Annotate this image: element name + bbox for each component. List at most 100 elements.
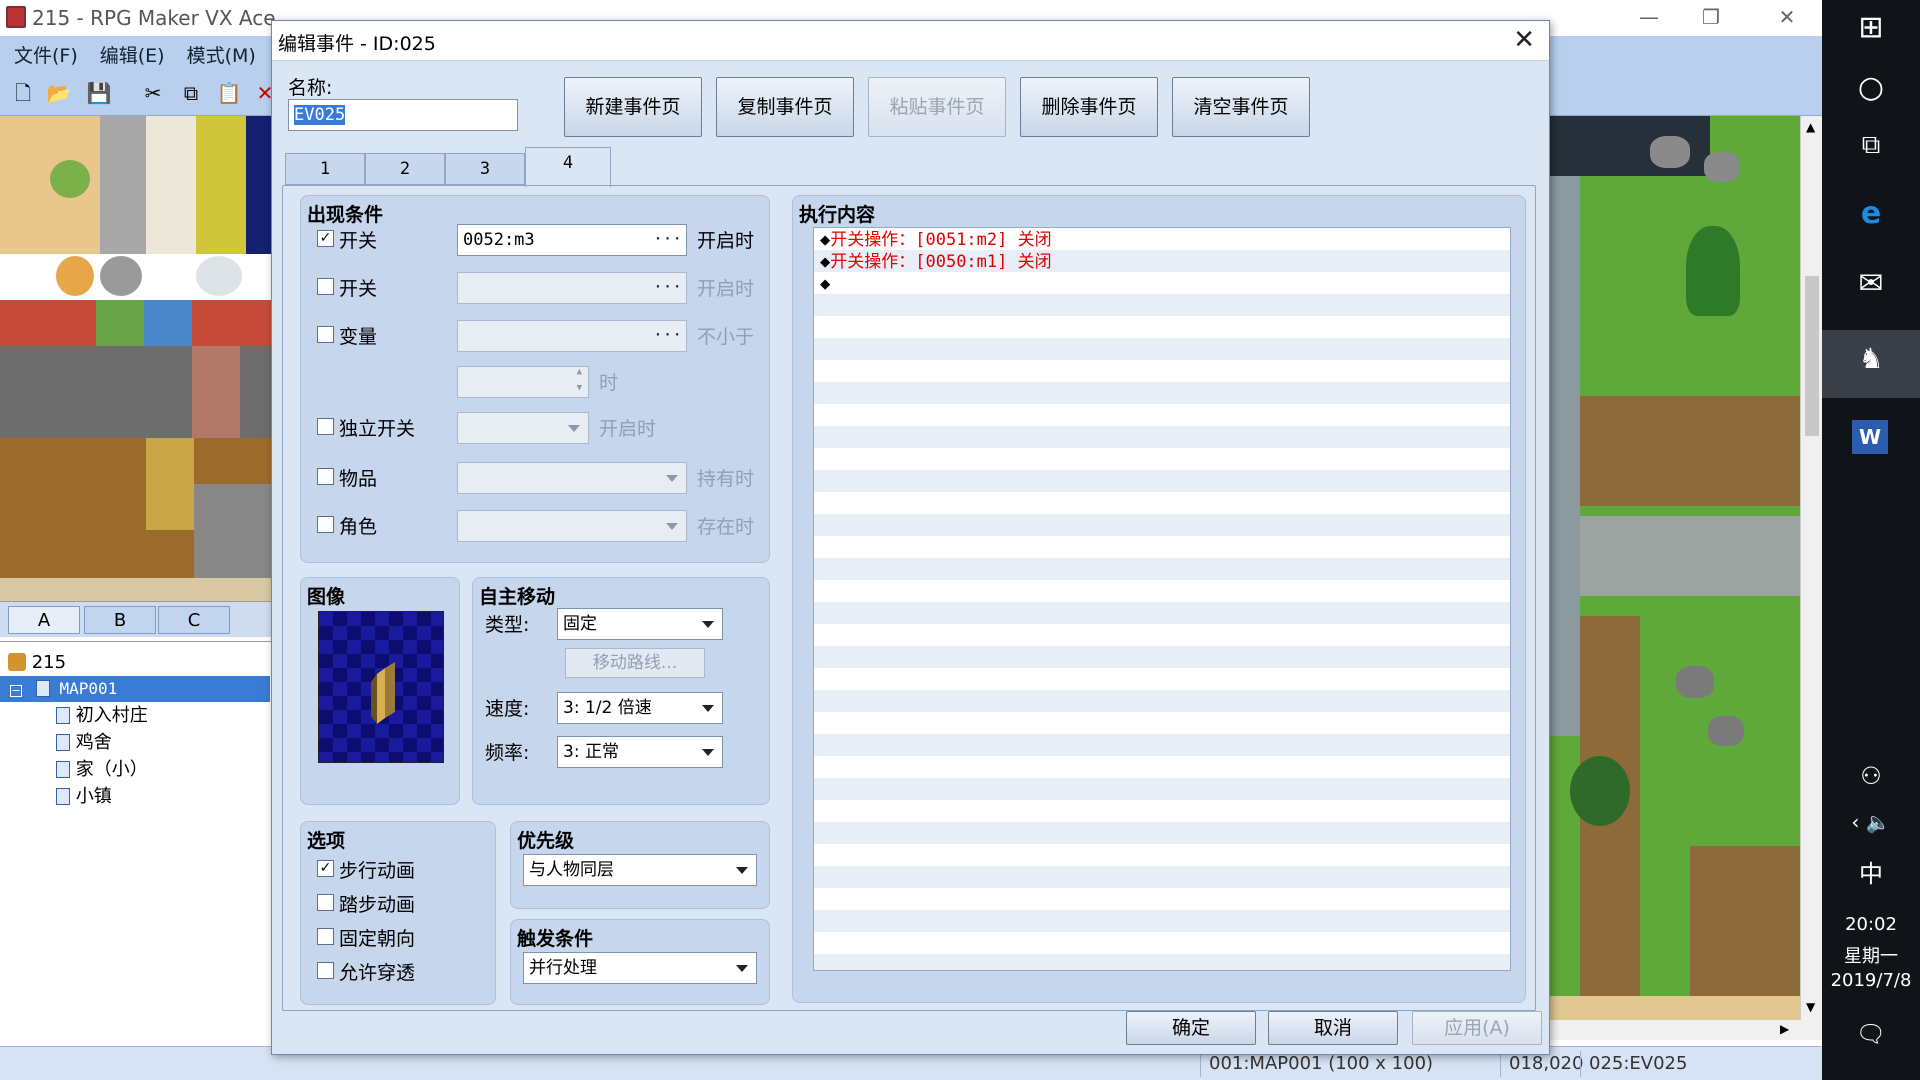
roof-tile-blue[interactable] [144, 300, 192, 346]
tree-map-item[interactable]: 小镇 [56, 784, 112, 810]
dialog-close-icon[interactable]: ✕ [1513, 25, 1535, 55]
white-tile[interactable] [146, 116, 196, 254]
trigger-select[interactable]: 并行处理 [523, 952, 757, 984]
move-frequency-select[interactable]: 3: 正常 [557, 736, 723, 768]
switch2-field[interactable]: ··· [457, 272, 687, 304]
self-switch-checkbox[interactable] [317, 418, 334, 435]
variable-number-spinner[interactable]: ▲ ▼ [457, 366, 589, 398]
walking-anim-checkbox[interactable]: ✓ [317, 860, 334, 877]
scroll-down-icon[interactable]: ▼ [1806, 1000, 1815, 1014]
paste-page-button[interactable]: 粘贴事件页 [868, 77, 1006, 137]
clock-weekday[interactable]: 星期一 [1822, 942, 1920, 968]
spin-up-icon[interactable]: ▲ [577, 365, 582, 379]
tab-page-4[interactable]: 4 [525, 147, 611, 187]
browse-icon[interactable]: ··· [653, 225, 682, 253]
minimize-icon[interactable]: — [1618, 0, 1680, 36]
stone-tile[interactable] [100, 116, 146, 254]
roof-tile-green[interactable] [96, 300, 144, 346]
event-command-list[interactable]: ◆开关操作：[0051:m2] 关闭 ◆开关操作：[0050:m1] 关闭 ◆ [813, 227, 1511, 971]
command-line[interactable]: ◆开关操作：[0051:m2] 关闭 [820, 229, 1052, 251]
cut-icon[interactable]: ✂ [140, 80, 166, 106]
menu-file[interactable]: 文件(F) [14, 41, 78, 68]
scroll-up-icon[interactable]: ▲ [1806, 120, 1815, 134]
straw-tile[interactable] [146, 438, 194, 530]
map-horizontal-scrollbar[interactable]: ▶ [1550, 1020, 1822, 1040]
copy-page-button[interactable]: 复制事件页 [716, 77, 854, 137]
actor-select[interactable] [457, 510, 687, 542]
task-view-icon[interactable]: ⧉ [1822, 130, 1920, 161]
tab-page-3[interactable]: 3 [445, 153, 525, 185]
direction-fix-checkbox[interactable] [317, 928, 334, 945]
item-checkbox[interactable] [317, 468, 334, 485]
command-line[interactable]: ◆ [820, 273, 830, 295]
mail-icon[interactable]: ✉ [1822, 266, 1920, 301]
edge-browser-icon[interactable]: e [1822, 196, 1920, 231]
switch2-checkbox[interactable] [317, 278, 334, 295]
cobble-tile[interactable] [194, 484, 272, 578]
menu-mode[interactable]: 模式(M) [187, 41, 256, 68]
rpgmaker-taskbar-item[interactable]: ♞ [1822, 330, 1920, 398]
word-app-icon[interactable]: W [1852, 420, 1888, 454]
paste-icon[interactable]: 📋 [216, 80, 242, 106]
event-graphic-preview[interactable] [318, 611, 444, 763]
ime-indicator[interactable]: 中 [1822, 854, 1920, 889]
snow-bush-tile[interactable] [196, 256, 242, 296]
copy-icon[interactable]: ⧉ [178, 80, 204, 106]
new-file-icon[interactable]: 🗋 [10, 80, 36, 106]
move-speed-select[interactable]: 3: 1/2 倍速 [557, 692, 723, 724]
self-switch-select[interactable] [457, 412, 589, 444]
spin-down-icon[interactable]: ▼ [577, 381, 582, 395]
ok-button[interactable]: 确定 [1126, 1011, 1256, 1045]
tileset-palette[interactable] [0, 116, 272, 601]
people-icon[interactable]: ⚇ [1822, 762, 1920, 790]
close-icon[interactable]: ✕ [1756, 0, 1818, 36]
search-icon[interactable]: ○ [1822, 70, 1920, 105]
actor-checkbox[interactable] [317, 516, 334, 533]
tileset-tab-a[interactable]: A [8, 606, 80, 634]
new-page-button[interactable]: 新建事件页 [564, 77, 702, 137]
priority-select[interactable]: 与人物同层 [523, 854, 757, 886]
command-line[interactable]: ◆开关操作：[0050:m1] 关闭 [820, 251, 1052, 273]
clock-date[interactable]: 2019/7/8 [1822, 970, 1920, 991]
save-icon[interactable]: 💾 [86, 80, 112, 106]
move-type-select[interactable]: 固定 [557, 608, 723, 640]
tileset-tab-b[interactable]: B [84, 606, 156, 634]
windows-start-icon[interactable]: ⊞ [1822, 10, 1920, 45]
collapse-icon[interactable]: − [10, 685, 22, 697]
tree-project[interactable]: 215 [8, 650, 66, 676]
open-folder-icon[interactable]: 📂 [46, 80, 72, 106]
map-vertical-scrollbar[interactable]: ▲ ▼ [1800, 116, 1822, 1020]
delete-page-button[interactable]: 删除事件页 [1020, 77, 1158, 137]
move-route-button[interactable]: 移动路线... [565, 648, 705, 678]
rock-tile[interactable] [100, 256, 142, 296]
item-select[interactable] [457, 462, 687, 494]
switch1-checkbox[interactable]: ✓ [317, 230, 334, 247]
scroll-thumb[interactable] [1805, 276, 1819, 436]
floor-tiles[interactable] [0, 578, 272, 601]
notification-icon[interactable]: 🗨 [1822, 1020, 1920, 1048]
variable-checkbox[interactable] [317, 326, 334, 343]
event-name-input[interactable]: EV025 [288, 99, 518, 131]
orange-bush-tile[interactable] [56, 256, 94, 296]
tree-map-item[interactable]: 家（小） [56, 757, 148, 783]
tree-map-item[interactable]: 初入村庄 [56, 703, 148, 729]
scroll-right-icon[interactable]: ▶ [1780, 1022, 1789, 1036]
tab-page-2[interactable]: 2 [365, 153, 445, 185]
water-tile[interactable] [246, 116, 272, 254]
stepping-anim-checkbox[interactable] [317, 894, 334, 911]
tree-root-map[interactable]: − MAP001 [0, 676, 270, 702]
grass-bush-tile[interactable] [50, 160, 90, 198]
through-checkbox[interactable] [317, 962, 334, 979]
restore-icon[interactable]: ❐ [1680, 0, 1742, 36]
tree-map-item[interactable]: 鸡舍 [56, 730, 112, 756]
clock-time[interactable]: 20:02 [1822, 914, 1920, 935]
switch1-field[interactable]: 0052:m3 ··· [457, 224, 687, 256]
clear-page-button[interactable]: 清空事件页 [1172, 77, 1310, 137]
tray-expand-volume-icon[interactable]: ‹ 🔈 [1822, 810, 1920, 834]
browse-icon[interactable]: ··· [653, 321, 682, 349]
cancel-button[interactable]: 取消 [1268, 1011, 1398, 1045]
tileset-tab-c[interactable]: C [158, 606, 230, 634]
brick-tile[interactable] [192, 346, 240, 438]
tab-page-1[interactable]: 1 [285, 153, 365, 185]
menu-edit[interactable]: 编辑(E) [100, 41, 165, 68]
